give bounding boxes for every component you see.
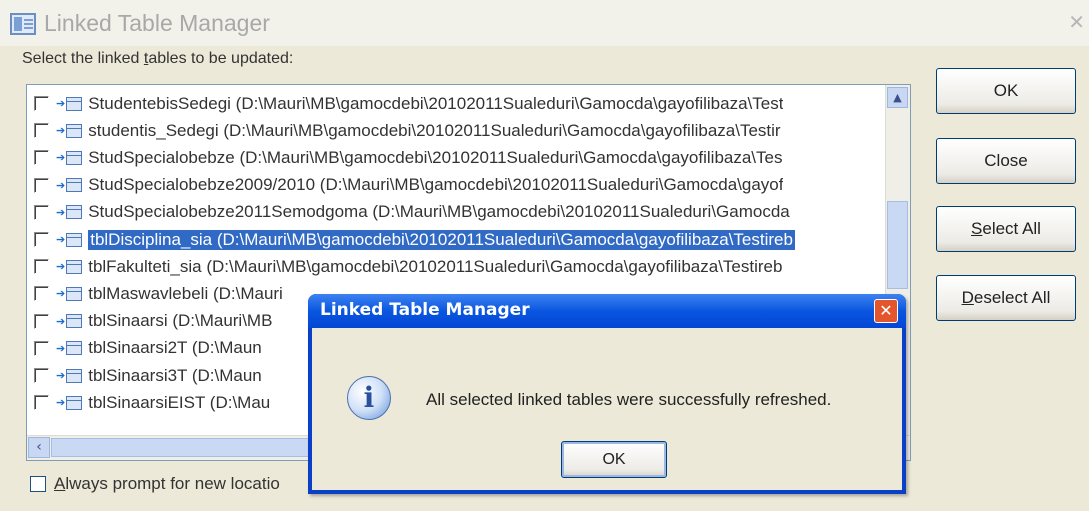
table-row-label: tblMaswavlebeli (D:\Mauri: [88, 283, 283, 303]
link-arrow-icon: ➔: [56, 288, 66, 301]
link-arrow-icon: ➔: [56, 261, 66, 274]
scroll-left-button[interactable]: ‹: [28, 437, 50, 458]
select-all-button[interactable]: Select All: [936, 206, 1076, 252]
table-icon: [66, 150, 83, 165]
table-row-label: tblDisciplina_sia (D:\Mauri\MB\gamocdebi…: [88, 229, 795, 250]
close-icon[interactable]: ✕: [874, 299, 898, 323]
table-row-label: tblSinaarsi3T (D:\Maun: [88, 365, 262, 385]
table-row-checkbox[interactable]: [34, 313, 49, 329]
link-arrow-icon: ➔: [56, 397, 66, 410]
table-icon: [66, 368, 83, 383]
table-row[interactable]: ➔ StudSpecialobebze2009/2010 (D:\Mauri\MB…: [27, 172, 882, 199]
table-row[interactable]: ➔ StudSpecialobebze2011Semodgoma (D:\Maur…: [27, 199, 882, 226]
table-row-checkbox[interactable]: [34, 340, 49, 356]
dialog-title: Linked Table Manager: [320, 300, 530, 320]
table-row-checkbox[interactable]: [34, 96, 49, 111]
link-arrow-icon: ➔: [56, 370, 66, 382]
link-arrow-icon: ➔: [56, 125, 66, 138]
table-icon: [66, 259, 83, 274]
always-prompt-checkbox[interactable]: [30, 476, 46, 492]
dialog-message: All selected linked tables were successf…: [426, 390, 832, 409]
table-icon: [66, 341, 83, 356]
link-arrow-icon: ➔: [56, 206, 66, 219]
table-row-checkbox[interactable]: [34, 259, 49, 275]
deselect-all-button[interactable]: Deselect All: [936, 275, 1076, 321]
table-icon: [66, 286, 83, 301]
table-row[interactable]: ➔ StudSpecialobebze (D:\Mauri\MB\gamocdeb…: [27, 144, 882, 171]
window-close-icon[interactable]: ✕: [1068, 10, 1085, 34]
dialog-ok-button[interactable]: OK: [561, 441, 667, 478]
table-row-checkbox[interactable]: [34, 395, 49, 411]
link-arrow-icon: ➔: [56, 234, 66, 246]
always-prompt-option[interactable]: Always prompt for new locatio: [30, 474, 280, 494]
table-icon: [66, 178, 83, 193]
window-title-bar: Linked Table Manager ✕: [0, 0, 1089, 46]
table-icon: [66, 232, 83, 247]
link-arrow-icon: ➔: [56, 152, 66, 165]
table-row-checkbox[interactable]: [34, 368, 49, 383]
window-title: Linked Table Manager: [44, 10, 270, 36]
dialog-body: i All selected linked tables were succes…: [312, 328, 902, 490]
refresh-complete-dialog: Linked Table Manager ✕ i All selected li…: [308, 294, 906, 494]
scroll-up-button[interactable]: ▲: [887, 87, 908, 108]
table-icon: [66, 205, 83, 220]
table-icon: [66, 96, 83, 111]
table-row-label: tblFakulteti_sia (D:\Mauri\MB\gamocdebi\…: [88, 256, 783, 276]
table-icon: [66, 395, 83, 410]
table-row-label: studentis_Sedegi (D:\Mauri\MB\gamocdebi\…: [88, 120, 781, 140]
table-row-label: StudSpecialobebze2011Semodgoma (D:\Mauri…: [88, 202, 790, 222]
close-button[interactable]: Close: [936, 138, 1076, 184]
always-prompt-label: Always prompt for new locatio: [54, 474, 280, 493]
dialog-title-bar: Linked Table Manager ✕: [308, 294, 906, 328]
link-arrow-icon: ➔: [56, 179, 66, 192]
table-row[interactable]: ➔ studentis_Sedegi (D:\Mauri\MB\gamocdebi…: [27, 117, 882, 144]
table-icon: [66, 123, 83, 138]
link-arrow-icon: ➔: [56, 98, 66, 110]
table-row[interactable]: ➔ tblFakulteti_sia (D:\Mauri\MB\gamocdebi…: [27, 253, 882, 280]
table-row-checkbox[interactable]: [34, 232, 49, 247]
table-row-label: StudSpecialobebze (D:\Mauri\MB\gamocdebi…: [88, 147, 783, 167]
horizontal-scroll-thumb[interactable]: [51, 438, 321, 457]
link-arrow-icon: ➔: [56, 342, 66, 355]
table-row[interactable]: ➔ StudentebisSedegi (D:\Mauri\MB\gamocdeb…: [27, 90, 882, 117]
table-row-checkbox[interactable]: [34, 204, 49, 220]
table-icon: [66, 314, 83, 329]
instruction-label: Select the linked tables to be updated:: [22, 50, 294, 67]
table-row-label: StudSpecialobebze2009/2010 (D:\Mauri\MB\…: [88, 175, 784, 195]
ok-button[interactable]: OK: [936, 68, 1076, 114]
table-row-checkbox[interactable]: [34, 123, 49, 139]
table-row-label: tblSinaarsi2T (D:\Maun: [88, 338, 262, 358]
linked-table-icon: [10, 13, 36, 35]
link-arrow-icon: ➔: [56, 315, 66, 328]
table-row[interactable]: ➔ tblDisciplina_sia (D:\Mauri\MB\gamocdeb…: [27, 226, 882, 253]
table-row-checkbox[interactable]: [34, 150, 49, 166]
vertical-scroll-thumb[interactable]: [887, 201, 908, 289]
table-row-checkbox[interactable]: [34, 286, 49, 302]
table-row-label: tblSinaarsiEIST (D:\Mau: [88, 392, 271, 412]
table-row-label: tblSinaarsi (D:\Mauri\MB: [88, 311, 273, 331]
table-row-label: StudentebisSedegi (D:\Mauri\MB\gamocdebi…: [88, 93, 784, 113]
table-row-checkbox[interactable]: [34, 177, 49, 193]
info-icon: i: [347, 376, 391, 420]
